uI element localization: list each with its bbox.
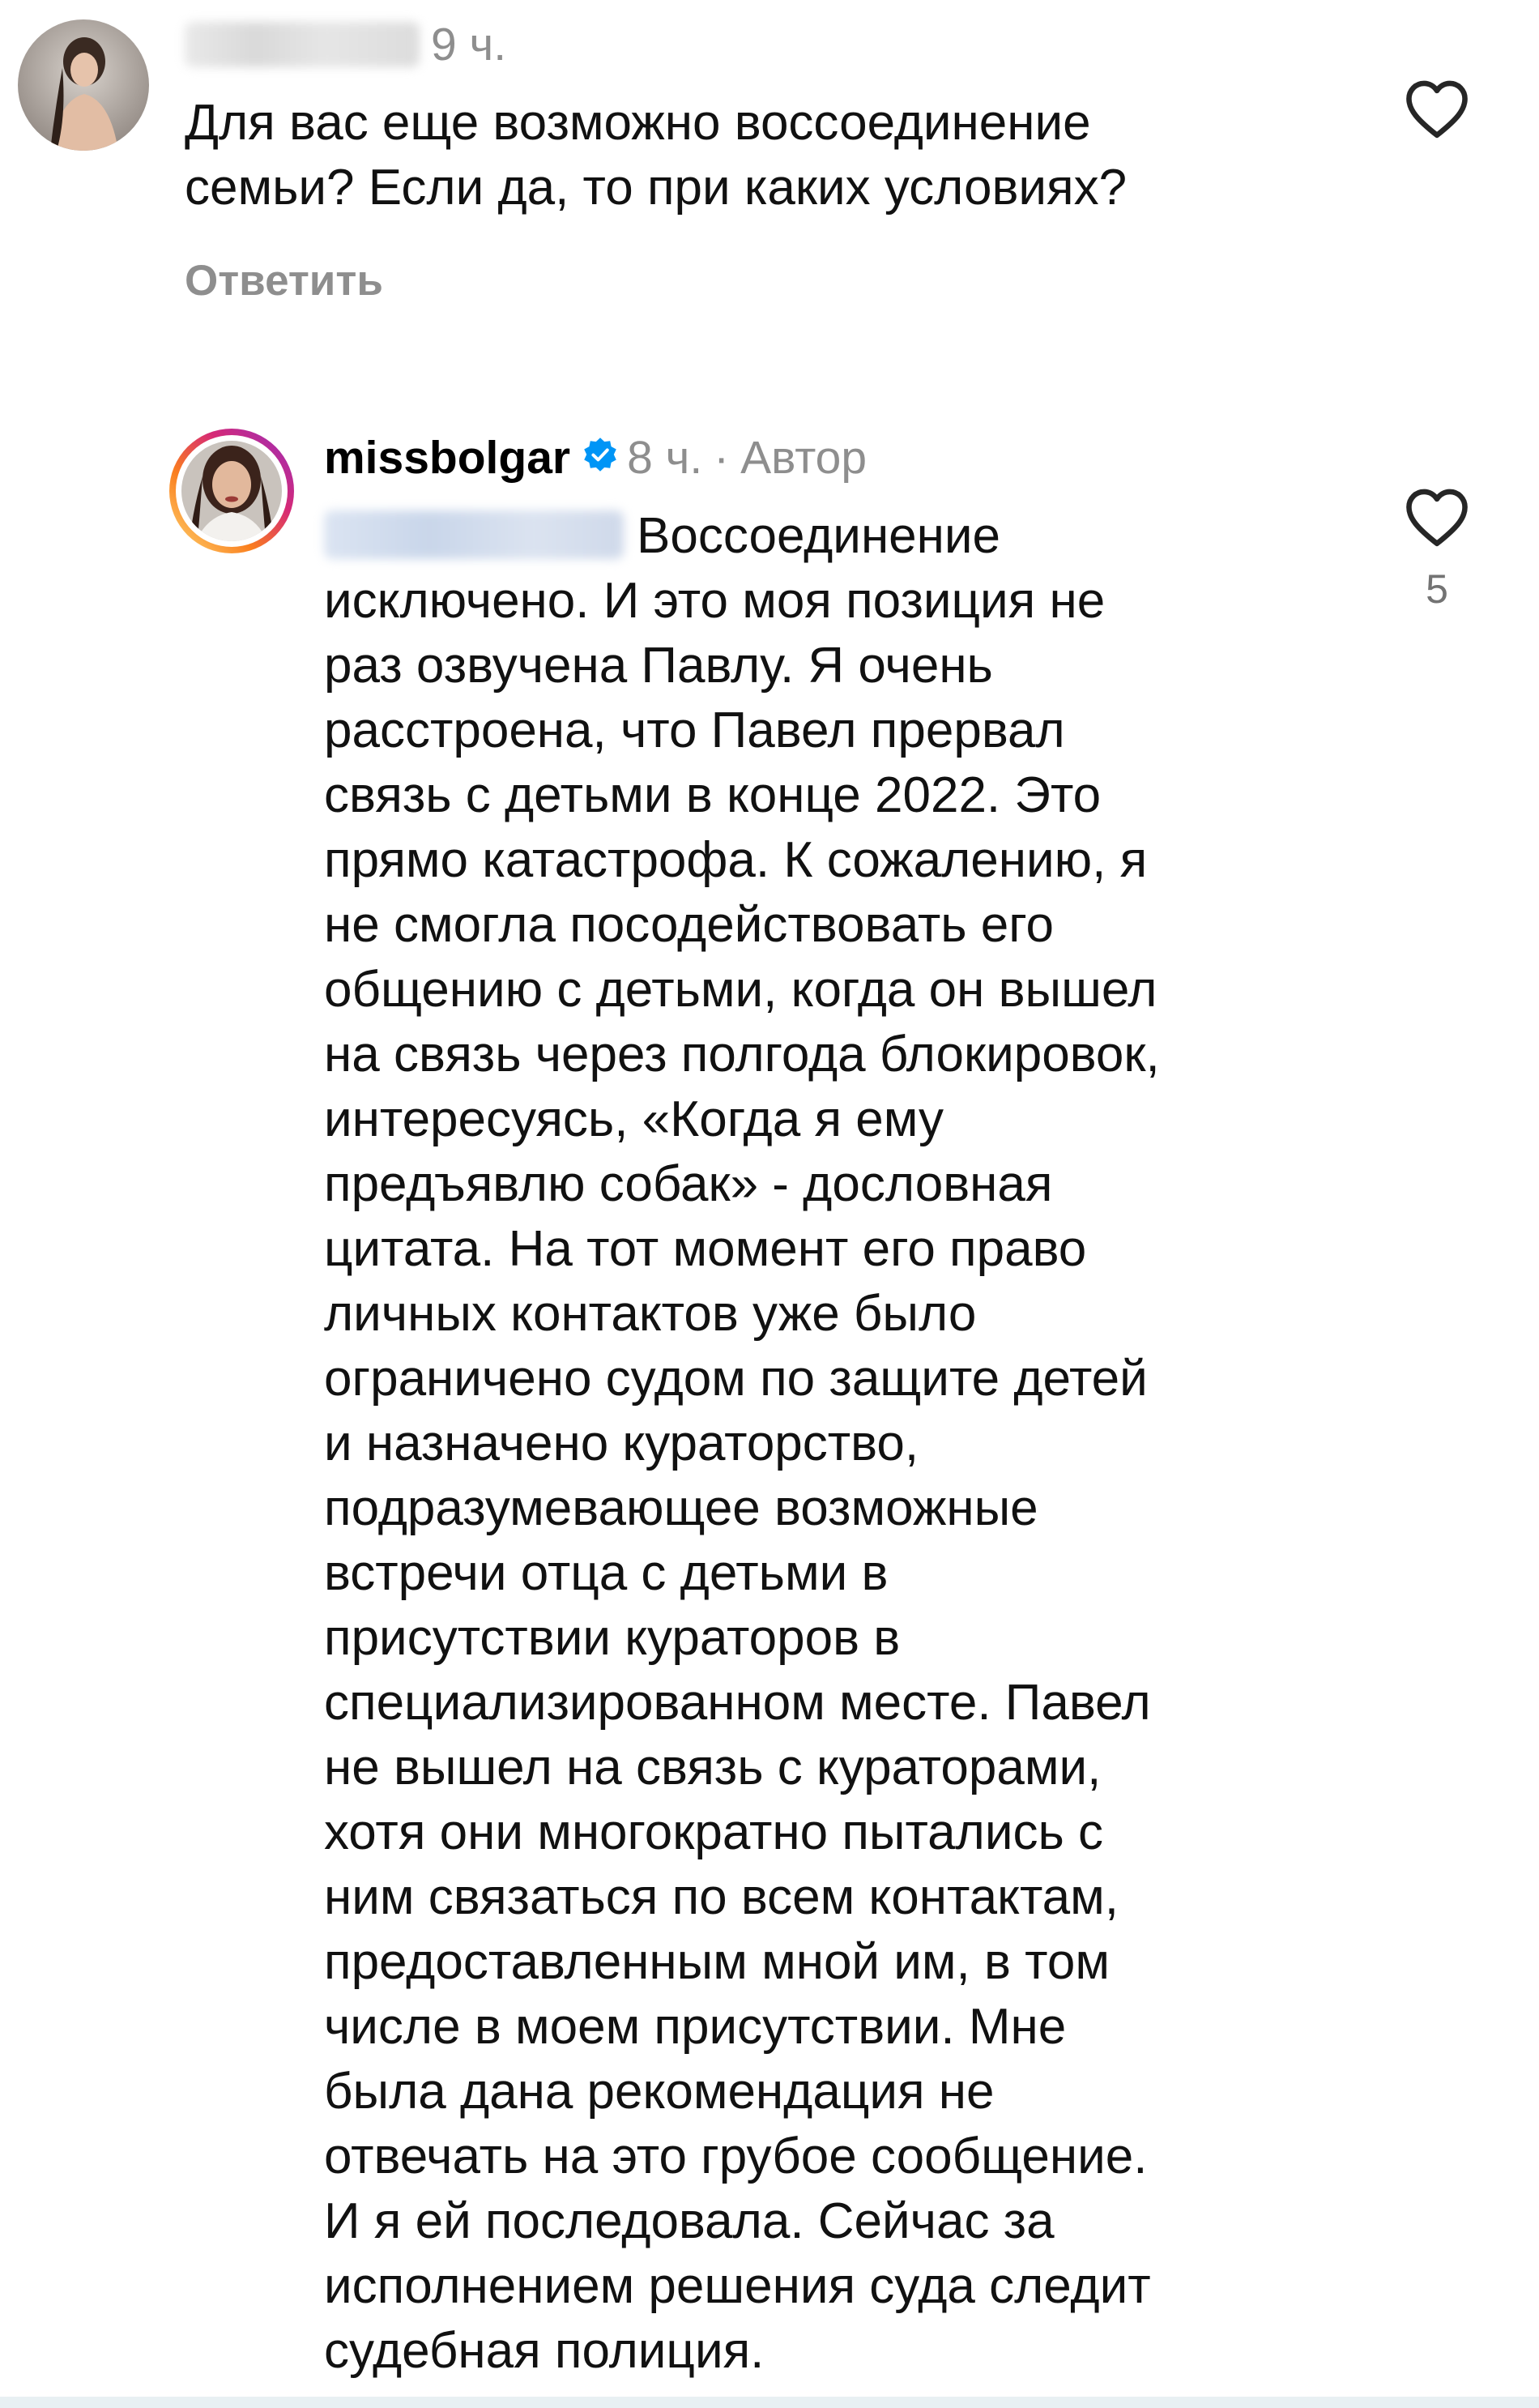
comment-text-line: на связь через полгода блокировок, bbox=[324, 1027, 1160, 1082]
comment-item: 9 ч. Для вас еще возможно воссоединение … bbox=[0, 0, 1539, 340]
mention-redacted[interactable] bbox=[324, 510, 624, 559]
comment-text-line: предъявлю собак» - дословная bbox=[324, 1156, 1053, 1212]
comment-text-line: ограничено судом по защите детей bbox=[324, 1351, 1148, 1407]
comment-text-line: подразумевающее возможные bbox=[324, 1480, 1038, 1536]
comment-text-line: личных контактов уже было bbox=[324, 1286, 977, 1342]
comment-text-line: прямо катастрофа. К сожалению, я bbox=[324, 832, 1148, 888]
comment-text-line: числе в моем присутствии. Мне bbox=[324, 1999, 1067, 2055]
comment-text-line: и назначено кураторство, bbox=[324, 1415, 919, 1471]
comment-text-line: судебная полиция. bbox=[324, 2323, 765, 2379]
comment-time: 8 ч. bbox=[627, 432, 703, 484]
author-badge: Автор bbox=[740, 432, 868, 484]
comment-text-line: связь с детьми в конце 2022. Это bbox=[324, 767, 1102, 823]
verified-badge-icon bbox=[582, 429, 619, 486]
comment-text-line: предоставленным мной им, в том bbox=[324, 1934, 1110, 1990]
comment-text-line: исполнением решения суда следит bbox=[324, 2258, 1151, 2314]
comment-time: 9 ч. bbox=[431, 19, 507, 70]
comment-text-line: Воссоединение bbox=[637, 508, 1001, 564]
comment-text-line: интересуясь, «Когда я ему bbox=[324, 1091, 944, 1147]
comment-text-line: семьи? Если да, то при каких условиях? bbox=[185, 160, 1128, 216]
comment-text-line: исключено. И это моя позиция не bbox=[324, 573, 1106, 629]
comment-text-line: И я ей последовала. Сейчас за bbox=[324, 2193, 1055, 2249]
like-button[interactable]: 5 bbox=[1403, 486, 1471, 613]
like-button[interactable] bbox=[1403, 78, 1471, 139]
comment-text-line: Для вас еще возможно воссоединение bbox=[185, 95, 1091, 151]
comment-text-line: встречи отца с детьми в bbox=[324, 1545, 889, 1601]
comment-text-line: расстроена, что Павел прервал bbox=[324, 702, 1065, 758]
comment-text-line: раз озвучена Павлу. Я очень bbox=[324, 638, 993, 694]
meta-separator: · bbox=[714, 432, 730, 484]
comment-text-line: ним связаться по всем контактам, bbox=[324, 1869, 1119, 1925]
comment-item: missbolgar 8 ч. · Автор Воссоединение ис… bbox=[0, 405, 1539, 2382]
comment-meta: 9 ч. bbox=[185, 16, 506, 73]
bottom-divider bbox=[0, 2397, 1539, 2408]
heart-outline-icon bbox=[1406, 80, 1468, 139]
comment-text-line: была дана рекомендация не bbox=[324, 2064, 995, 2120]
comment-text-line: специализированном месте. Павел bbox=[324, 1675, 1151, 1731]
comment-text-line: не смогла посодействовать его bbox=[324, 897, 1054, 953]
username-redacted[interactable] bbox=[185, 22, 420, 67]
like-count[interactable]: 5 bbox=[1426, 566, 1448, 613]
comment-text-line: присутствии кураторов в bbox=[324, 1610, 901, 1666]
comment-text-line: цитата. На тот момент его право bbox=[324, 1221, 1087, 1277]
avatar[interactable] bbox=[167, 426, 296, 556]
comment-text-line: не вышел на связь с кураторами, bbox=[324, 1740, 1102, 1795]
heart-outline-icon bbox=[1406, 489, 1468, 547]
comment-text: Воссоединение исключено. И это моя позиц… bbox=[324, 504, 1377, 2384]
comment-text-line: отвечать на это грубое сообщение. bbox=[324, 2128, 1148, 2184]
avatar[interactable] bbox=[18, 19, 149, 151]
comment-text-line: общению с детьми, когда он вышел bbox=[324, 962, 1157, 1018]
username[interactable]: missbolgar bbox=[324, 429, 570, 486]
comment-text-line: хотя они многократно пытались с bbox=[324, 1804, 1103, 1860]
comment-text: Для вас еще возможно воссоединение семьи… bbox=[185, 91, 1383, 220]
reply-button[interactable]: Ответить bbox=[185, 256, 383, 305]
comment-meta: missbolgar 8 ч. · Автор bbox=[324, 429, 867, 486]
